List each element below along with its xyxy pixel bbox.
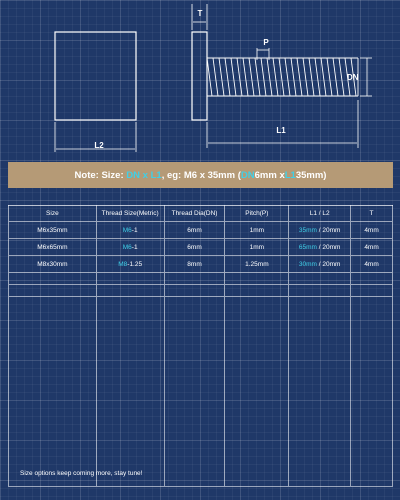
l1-value: 35mm [298,226,317,234]
thread-size-rest: -1 [131,243,138,251]
empty-row [8,296,393,487]
header-thread-dia: Thread Dia(DN) [163,205,226,222]
l2-value: / 20mm [316,226,341,234]
footer-note: Size options keep coming more, stay tune… [20,470,143,477]
cell-size: M8x30mm [8,255,97,273]
p-label: P [263,38,269,47]
note-suffix: 35mm) [295,169,327,181]
cell-t: 4mm [350,238,393,256]
screw-diagram: T P DN L2 L1 [54,4,372,152]
cell-size: M6x65mm [8,238,97,256]
size-note-banner: Note: Size: DN x L1, eg: M6 x 35mm (DN 6… [8,162,393,188]
spec-table: Size Thread Size(Metric) Thread Dia(DN) … [8,205,393,487]
cell-thread-size: M6-1 [95,221,165,239]
note-l1-2: L1 [284,169,296,181]
header-size: Size [8,205,97,222]
thread-size-hl: M6 [122,243,132,251]
header-t: T [350,205,393,222]
l1-value: 30mm [298,260,317,268]
note-x: x [142,169,148,181]
l1-dimension [206,100,359,148]
screw-head-front [54,31,137,121]
dn-dimension [360,57,372,97]
note-dn: DN [126,169,141,181]
cell-thread-dia: 6mm [163,221,226,239]
thread-size-rest: -1 [131,226,138,234]
cell-thread-dia: 8mm [163,255,226,273]
table-header-row: Size Thread Size(Metric) Thread Dia(DN) … [8,205,393,222]
l2-value: / 20mm [316,243,341,251]
l2-label: L2 [94,141,104,150]
header-thread-size: Thread Size(Metric) [95,205,165,222]
l2-value: / 20mm [316,260,341,268]
cell-l1-l2: 65mm / 20mm [288,238,352,256]
cell-pitch: 1mm [224,238,290,256]
cell-l1-l2: 30mm / 20mm [288,255,352,273]
header-pitch: Pitch(P) [224,205,290,222]
thread-size-hl: M8 [118,260,128,268]
screw-thread [206,57,359,97]
cell-thread-dia: 6mm [163,238,226,256]
table-row: M6x65mm M6-1 6mm 1mm 65mm / 20mm 4mm [8,238,393,256]
l1-value: 65mm [298,243,317,251]
header-l1-l2: L1 / L2 [288,205,352,222]
t-label: T [198,9,203,18]
note-dn-2: DN [240,169,255,181]
cell-t: 4mm [350,255,393,273]
cell-l1-l2: 35mm / 20mm [288,221,352,239]
table-row: M8x30mm M8-1.25 8mm 1.25mm 30mm / 20mm 4… [8,255,393,273]
cell-pitch: 1mm [224,221,290,239]
empty-row [8,272,393,285]
cell-pitch: 1.25mm [224,255,290,273]
note-mid: 6mm x [254,169,285,181]
empty-row [8,284,393,297]
cell-thread-size: M8-1.25 [95,255,165,273]
note-example: , eg: M6 x 35mm ( [161,169,241,181]
cell-thread-size: M6-1 [95,238,165,256]
thread-size-hl: M6 [122,226,132,234]
thread-size-rest: -1.25 [127,260,143,268]
l1-label: L1 [276,126,286,135]
cell-size: M6x35mm [8,221,97,239]
note-l1: L1 [150,169,162,181]
screw-head-side [191,31,208,121]
note-prefix: Note: Size: [74,169,124,181]
cell-t: 4mm [350,221,393,239]
dn-label: DN [347,73,359,82]
table-row: M6x35mm M6-1 6mm 1mm 35mm / 20mm 4mm [8,221,393,239]
